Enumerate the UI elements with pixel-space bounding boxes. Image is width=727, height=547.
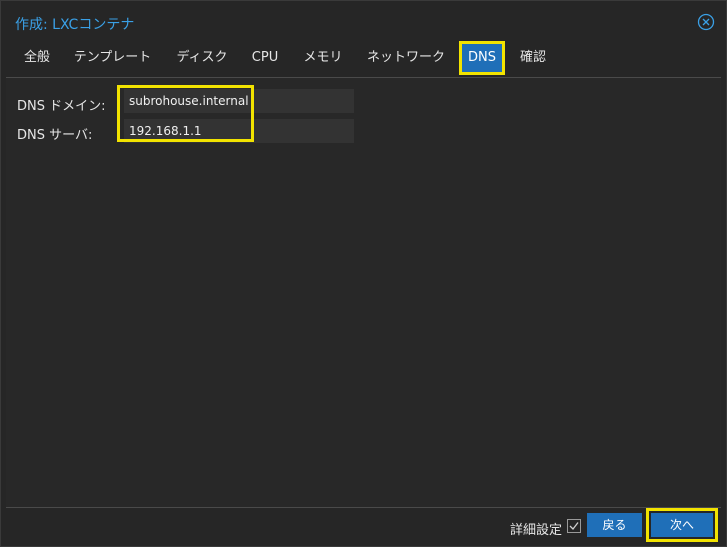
advanced-label: 詳細設定: [510, 523, 563, 538]
tab-dns[interactable]: DNS: [459, 41, 505, 75]
dns-domain-input[interactable]: [124, 89, 354, 113]
dns-server-label: DNS サーバ:: [17, 128, 93, 143]
checkmark-icon: [569, 522, 579, 530]
dns-settings-panel: DNS ドメイン: DNS サーバ:: [6, 77, 721, 508]
dns-server-input[interactable]: [124, 119, 354, 143]
dialog-titlebar: 作成: LXCコンテナ: [1, 1, 726, 41]
dialog-footer: 詳細設定 戻る 次へ: [1, 508, 726, 546]
next-button[interactable]: 次へ: [646, 508, 718, 542]
close-icon[interactable]: [697, 13, 715, 31]
tab-general[interactable]: 全般: [15, 43, 59, 73]
tab-memory[interactable]: メモリ: [297, 43, 349, 73]
dns-domain-label: DNS ドメイン:: [17, 99, 106, 114]
advanced-checkbox[interactable]: [567, 519, 581, 533]
tab-confirm[interactable]: 確認: [513, 43, 553, 73]
tab-network[interactable]: ネットワーク: [361, 43, 451, 73]
back-button[interactable]: 戻る: [587, 513, 642, 537]
tab-cpu[interactable]: CPU: [245, 43, 285, 73]
wizard-tabs: 全般 テンプレート ディスク CPU メモリ ネットワーク DNS 確認: [11, 41, 716, 75]
tab-disk[interactable]: ディスク: [171, 43, 233, 73]
dialog-title: 作成: LXCコンテナ: [15, 17, 135, 33]
create-lxc-container-dialog: 作成: LXCコンテナ 全般 テンプレート ディスク CPU メモリ ネットワー…: [0, 0, 727, 547]
tab-template[interactable]: テンプレート: [66, 43, 159, 73]
